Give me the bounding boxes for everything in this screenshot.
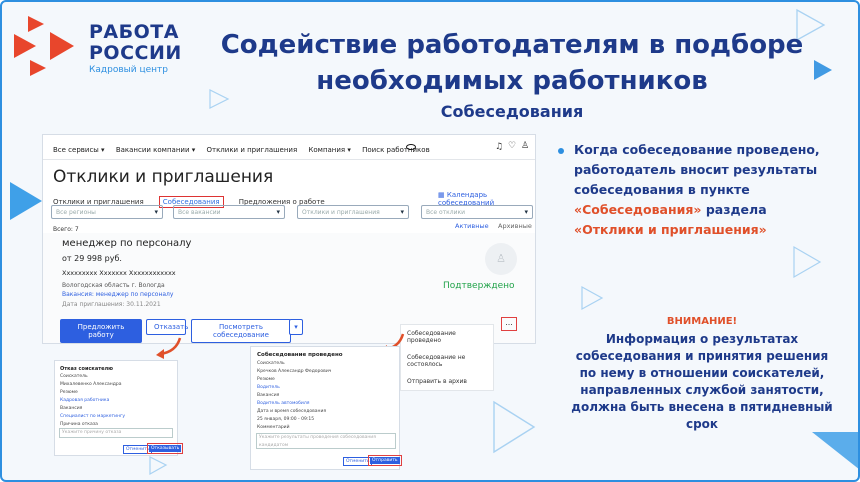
bullet-part2: «Собеседования» — [574, 202, 702, 217]
form1-f1-val: Михалевенко Александра — [60, 382, 122, 387]
warning-body: Информация о результатах собеседования и… — [571, 332, 833, 431]
form1-submit-frame: Отказывать — [147, 443, 184, 454]
top-nav: Все сервисы ▾ Вакансии компании ▾ Отклик… — [53, 146, 453, 154]
user-icon[interactable]: ♙ — [521, 141, 529, 151]
form1-submit-button[interactable]: Отказывать — [149, 445, 182, 452]
title-line1: Содействие работодателям в подборе — [220, 30, 804, 60]
more-actions-button[interactable]: ... — [501, 317, 517, 331]
form2-f4-val: 25 января, 09:00 - 09:15 — [257, 417, 315, 422]
dropdown-toggle-button[interactable]: ▾ — [289, 319, 303, 335]
nav-divider — [43, 159, 535, 160]
logo-sub: Кадровый центр — [89, 65, 168, 75]
filter-all[interactable]: Все отклики — [421, 205, 533, 219]
view-interview-button[interactable]: Посмотреть собеседование — [191, 319, 291, 343]
card-vacancy[interactable]: Вакансия: менеджер по персоналу — [62, 291, 173, 298]
menu-item-archive[interactable]: Отправить в архив — [401, 373, 493, 390]
toggle-active[interactable]: Активные — [455, 222, 489, 230]
toggle-archive[interactable]: Архивные — [498, 222, 532, 230]
menu-item-done[interactable]: Собеседование проведено — [401, 325, 493, 349]
form2-f3-label: Вакансия — [257, 393, 280, 398]
card-position[interactable]: менеджер по персоналу — [62, 238, 191, 249]
form1-f3-val: Специалист по маркетингу — [60, 414, 126, 419]
card-location: Вологодская область г. Вологда — [62, 282, 165, 289]
nav-vacancies[interactable]: Вакансии компании ▾ — [116, 146, 195, 154]
logo-line2: РОССИИ — [89, 42, 182, 64]
reject-form: Отказ соискателю Соискатель Михалевенко … — [54, 360, 184, 456]
slide: РАБОТА РОССИИ Кадровый центр Содействие … — [0, 0, 860, 482]
bullet-part4: «Отклики и приглашения» — [574, 222, 767, 237]
arrow-to-form1 — [156, 337, 182, 359]
filter-regions[interactable]: Все регионы — [51, 205, 163, 219]
nav-company[interactable]: Компания ▾ — [308, 146, 350, 154]
form1-f2-val: Кадровая работника — [60, 398, 110, 403]
eye-icon[interactable] — [406, 144, 416, 150]
form2-f2-label: Резюме — [257, 377, 275, 382]
bullet-text: Когда собеседование проведено, работодат… — [574, 140, 836, 240]
comment-input[interactable]: Укажите результаты проведения собеседова… — [256, 433, 396, 449]
total-count: Всего: 7 — [53, 226, 79, 233]
actions-menu: Собеседование проведено Собеседование не… — [400, 324, 494, 391]
nav-services[interactable]: Все сервисы ▾ — [53, 146, 105, 154]
heart-icon[interactable]: ♡ — [508, 141, 516, 151]
filter-vacancies[interactable]: Все вакансии — [173, 205, 285, 219]
form2-title: Собеседование проведено — [257, 352, 343, 358]
card-salary: от 29 998 руб. — [62, 254, 122, 263]
nav-search[interactable]: Поиск работников — [362, 146, 430, 154]
title-line2: необходимых работников — [316, 66, 708, 96]
page-heading: Отклики и приглашения — [53, 167, 274, 187]
form1-f1-label: Соискатель — [60, 374, 88, 379]
logo-line1: РАБОТА — [89, 21, 179, 43]
bullet-part1: Когда собеседование проведено, работодат… — [574, 142, 820, 197]
form2-fields: Соискатель Кречков Александр Федорович Р… — [257, 360, 395, 432]
form2-f5-label: Комментарий — [257, 425, 290, 430]
screenshot-panel: Все сервисы ▾ Вакансии компании ▾ Отклик… — [42, 134, 536, 344]
reason-input[interactable]: Укажите причину отказа — [59, 428, 173, 438]
card-date: Дата приглашения: 30.11.2021 — [62, 301, 161, 308]
form1-f2-label: Резюме — [60, 390, 78, 395]
form1-title: Отказ соискателю — [60, 366, 114, 372]
form2-submit-frame: Отправить — [368, 455, 402, 466]
bullet-dot — [558, 148, 564, 154]
offer-button[interactable]: Предложить работу — [60, 319, 142, 343]
avatar: ♙ — [485, 243, 517, 275]
nav-responses[interactable]: Отклики и приглашения — [206, 146, 297, 154]
bell-icon[interactable]: ♫ — [495, 142, 503, 152]
bullet-part3: раздела — [701, 202, 767, 217]
interview-done-form: Собеседование проведено Соискатель Кречк… — [250, 346, 402, 470]
form2-f1-val: Кречков Александр Федорович — [257, 369, 332, 374]
warning-head: ВНИМАНИЕ! — [666, 316, 738, 327]
status-badge: Подтверждено — [443, 281, 515, 291]
filter-responses[interactable]: Отклики и приглашения — [297, 205, 409, 219]
form2-f4-label: Дата и время собеседования — [257, 409, 327, 414]
form1-fields: Соискатель Михалевенко Александра Резюме… — [60, 373, 175, 429]
reject-button[interactable]: Отказать — [146, 319, 188, 335]
subtitle: Собеседования — [440, 102, 584, 121]
logo-mark — [14, 16, 74, 76]
form2-f3-val: Водитель автомобиля — [257, 401, 310, 406]
form2-f1-label: Соискатель — [257, 361, 285, 366]
card-name: Xxxxxxxxx Xxxxxxx Xxxxxxxxxxxx — [62, 269, 176, 277]
menu-item-failed[interactable]: Собеседование не состоялось — [401, 349, 493, 373]
form2-submit-button[interactable]: Отправить — [370, 457, 400, 464]
form1-f3-label: Вакансия — [60, 406, 83, 411]
form2-f2-val: Водитель — [257, 385, 280, 390]
